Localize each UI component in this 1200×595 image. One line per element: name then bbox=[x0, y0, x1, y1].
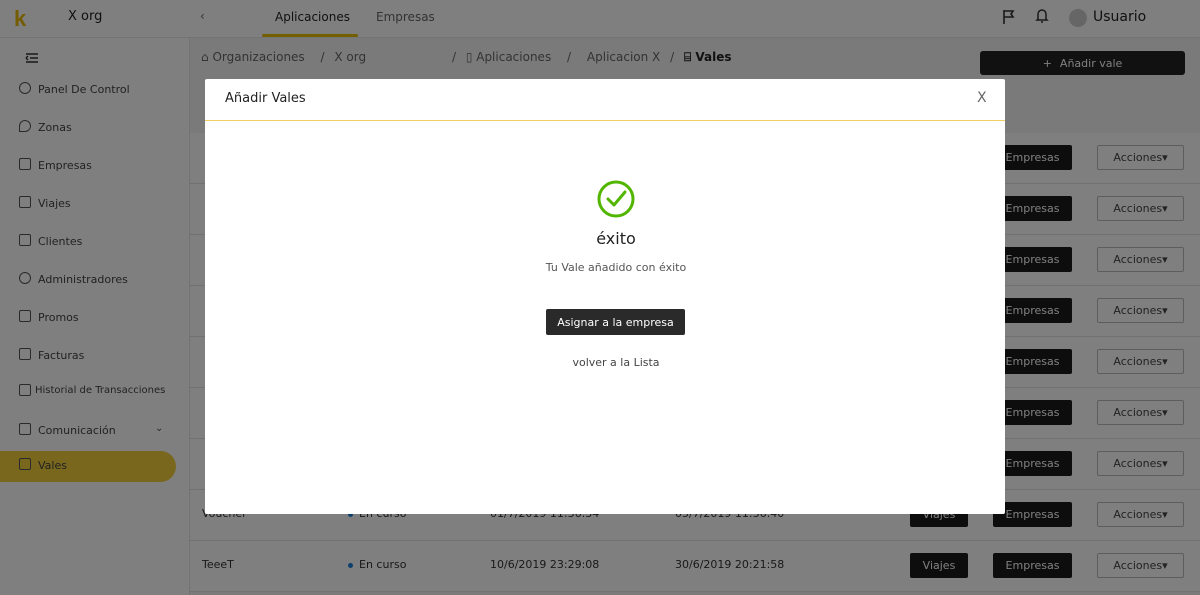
back-to-list-link[interactable]: volver a la Lista bbox=[205, 356, 1027, 369]
success-message: Tu Vale añadido con éxito bbox=[545, 261, 687, 274]
close-icon[interactable]: X bbox=[977, 90, 987, 106]
modal-title: Añadir Vales bbox=[225, 91, 306, 106]
add-voucher-modal: Añadir Vales X éxito Tu Vale añadido con… bbox=[205, 79, 1005, 514]
check-circle-icon bbox=[597, 180, 635, 218]
assign-company-button[interactable]: Asignar a la empresa bbox=[546, 309, 685, 335]
success-title: éxito bbox=[596, 229, 636, 248]
modal-header: Añadir Vales X bbox=[205, 79, 1005, 121]
